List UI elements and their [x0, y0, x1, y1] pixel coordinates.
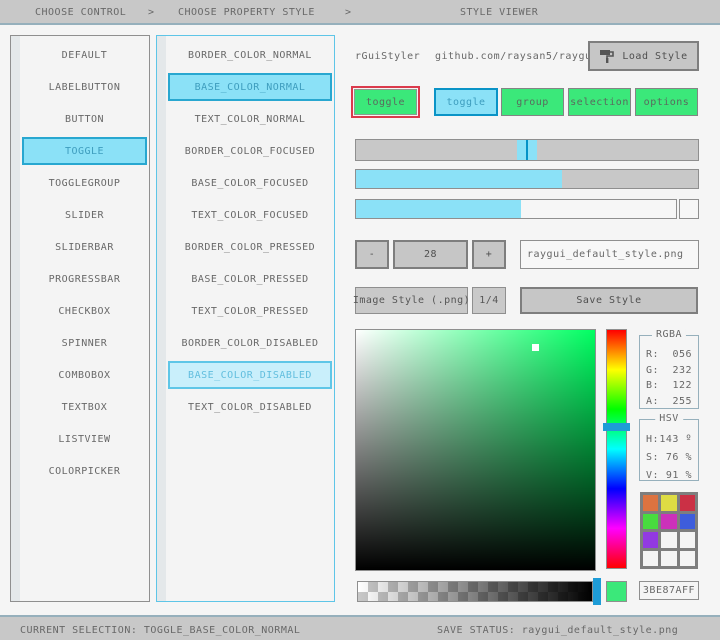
- properties-listview: BORDER_COLOR_NORMAL BASE_COLOR_NORMAL TEXT…: [156, 35, 335, 602]
- toggle-group-item[interactable]: selection: [568, 88, 631, 116]
- load-style-button[interactable]: Load Style: [588, 41, 699, 71]
- hue-bar[interactable]: [606, 329, 627, 569]
- control-item-combobox[interactable]: COMBOBOX: [22, 361, 147, 389]
- color-value-row: G:232: [646, 363, 692, 379]
- style-page-indicator[interactable]: 1/4: [472, 287, 506, 314]
- property-item-base_color_normal[interactable]: BASE_COLOR_NORMAL: [168, 73, 332, 101]
- color-swatch-empty[interactable]: [680, 532, 695, 548]
- control-item-toggle[interactable]: TOGGLE: [22, 137, 147, 165]
- property-item-border_color_disabled[interactable]: BORDER_COLOR_DISABLED: [168, 329, 332, 357]
- color-value-row: B:122: [646, 378, 692, 394]
- color-swatch[interactable]: [643, 495, 658, 511]
- color-swatch-empty[interactable]: [661, 532, 676, 548]
- hsv-title: HSV: [655, 413, 683, 424]
- control-item-togglegroup[interactable]: TOGGLEGROUP: [22, 169, 147, 197]
- control-item-slider[interactable]: SLIDER: [22, 201, 147, 229]
- controls-scrollbar[interactable]: [11, 36, 20, 601]
- property-item-text_color_normal[interactable]: TEXT_COLOR_NORMAL: [168, 105, 332, 133]
- progressbar-fill: [356, 200, 521, 218]
- alpha-bar[interactable]: [357, 581, 593, 602]
- hue-handle[interactable]: [603, 423, 630, 431]
- chevron-right-icon: >: [345, 7, 352, 18]
- color-swatch[interactable]: [661, 514, 676, 530]
- paint-roller-icon: [599, 48, 615, 64]
- spinner-increment-button[interactable]: +: [472, 240, 506, 269]
- property-item-text_color_pressed[interactable]: TEXT_COLOR_PRESSED: [168, 297, 332, 325]
- rgba-group-box: RGBA R:056G:232B:122A:255: [639, 335, 699, 409]
- color-swatch-empty[interactable]: [643, 551, 658, 567]
- control-item-sliderbar[interactable]: SLIDERBAR: [22, 233, 147, 261]
- repo-link[interactable]: github.com/raysan5/raygui: [435, 51, 598, 62]
- save-style-button[interactable]: Save Style: [520, 287, 698, 314]
- current-selection-status: CURRENT SELECTION: TOGGLE_BASE_COLOR_NOR…: [20, 625, 300, 636]
- hsv-group-box: HSV H:143 ºS:76 %V:91 %: [639, 419, 699, 481]
- color-value-row: V:91 %: [646, 467, 692, 485]
- property-item-text_color_disabled[interactable]: TEXT_COLOR_DISABLED: [168, 393, 332, 421]
- color-picker-cursor[interactable]: [532, 344, 539, 351]
- color-swatch[interactable]: [643, 532, 658, 548]
- progressbar-demo: [355, 199, 677, 219]
- header-bar: CHOOSE CONTROL > CHOOSE PROPERTY STYLE >…: [0, 0, 720, 25]
- color-swatch-empty[interactable]: [680, 551, 695, 567]
- property-item-base_color_pressed[interactable]: BASE_COLOR_PRESSED: [168, 265, 332, 293]
- control-item-colorpicker[interactable]: COLORPICKER: [22, 457, 147, 485]
- header-style-viewer: STYLE VIEWER: [460, 7, 538, 18]
- control-item-labelbutton[interactable]: LABELBUTTON: [22, 73, 147, 101]
- color-swatch-grid: [640, 492, 698, 569]
- properties-scrollbar[interactable]: [157, 36, 166, 601]
- control-item-button[interactable]: BUTTON: [22, 105, 147, 133]
- color-swatch-empty[interactable]: [661, 551, 676, 567]
- sliderbar-fill: [356, 170, 562, 188]
- control-item-default[interactable]: DEFAULT: [22, 41, 147, 69]
- color-value-row: H:143 º: [646, 431, 692, 449]
- control-item-textbox[interactable]: TEXTBOX: [22, 393, 147, 421]
- slider-demo[interactable]: [355, 139, 699, 161]
- sliderbar-demo[interactable]: [355, 169, 699, 189]
- color-value-row: A:255: [646, 394, 692, 410]
- hex-color-input[interactable]: [639, 581, 699, 600]
- properties-list-items: BORDER_COLOR_NORMAL BASE_COLOR_NORMAL TEXT…: [168, 41, 332, 425]
- property-item-border_color_pressed[interactable]: BORDER_COLOR_PRESSED: [168, 233, 332, 261]
- toggle-demo-pressed[interactable]: toggle: [354, 89, 417, 115]
- property-item-border_color_focused[interactable]: BORDER_COLOR_FOCUSED: [168, 137, 332, 165]
- filename-input[interactable]: [520, 240, 699, 269]
- controls-listview: DEFAULT LABELBUTTON BUTTON TOGGLE TOGGLEGROU…: [10, 35, 150, 602]
- alpha-handle[interactable]: [593, 578, 601, 605]
- control-item-spinner[interactable]: SPINNER: [22, 329, 147, 357]
- color-swatch[interactable]: [680, 514, 695, 530]
- rgba-title: RGBA: [652, 329, 686, 340]
- spinner-value[interactable]: 28: [393, 240, 468, 269]
- color-value-row: R:056: [646, 347, 692, 363]
- selected-control-red-outline: toggle: [351, 86, 420, 118]
- slider-handle[interactable]: [517, 140, 537, 160]
- rguistyler-window: CHOOSE CONTROL > CHOOSE PROPERTY STYLE >…: [0, 0, 720, 640]
- color-swatch[interactable]: [661, 495, 676, 511]
- color-swatch[interactable]: [680, 495, 695, 511]
- color-swatch[interactable]: [643, 514, 658, 530]
- current-color-swatch: [606, 581, 627, 602]
- app-title: rGuiStyler: [355, 51, 420, 62]
- toggle-group-item[interactable]: group: [501, 88, 564, 116]
- checkbox-demo[interactable]: [679, 199, 699, 219]
- chevron-right-icon: >: [148, 7, 155, 18]
- property-item-base_color_disabled[interactable]: BASE_COLOR_DISABLED: [168, 361, 332, 389]
- color-saturation-value-area[interactable]: [355, 329, 596, 571]
- property-item-base_color_focused[interactable]: BASE_COLOR_FOCUSED: [168, 169, 332, 197]
- save-status: SAVE STATUS: raygui_default_style.png: [437, 625, 678, 636]
- color-value-row: S:76 %: [646, 449, 692, 467]
- header-choose-control: CHOOSE CONTROL: [35, 7, 126, 18]
- toggle-demo-focused[interactable]: toggle: [434, 88, 498, 116]
- property-item-text_color_focused[interactable]: TEXT_COLOR_FOCUSED: [168, 201, 332, 229]
- toggle-group-item[interactable]: options: [635, 88, 698, 116]
- control-item-progressbar[interactable]: PROGRESSBAR: [22, 265, 147, 293]
- controls-list-items: DEFAULT LABELBUTTON BUTTON TOGGLE TOGGLEGROU…: [22, 41, 147, 489]
- status-bar: CURRENT SELECTION: TOGGLE_BASE_COLOR_NOR…: [0, 615, 720, 640]
- image-style-button[interactable]: Image Style (.png): [355, 287, 468, 314]
- property-item-border_color_normal[interactable]: BORDER_COLOR_NORMAL: [168, 41, 332, 69]
- control-item-listview[interactable]: LISTVIEW: [22, 425, 147, 453]
- control-item-checkbox[interactable]: CHECKBOX: [22, 297, 147, 325]
- spinner-decrement-button[interactable]: -: [355, 240, 389, 269]
- header-choose-property: CHOOSE PROPERTY STYLE: [178, 7, 315, 18]
